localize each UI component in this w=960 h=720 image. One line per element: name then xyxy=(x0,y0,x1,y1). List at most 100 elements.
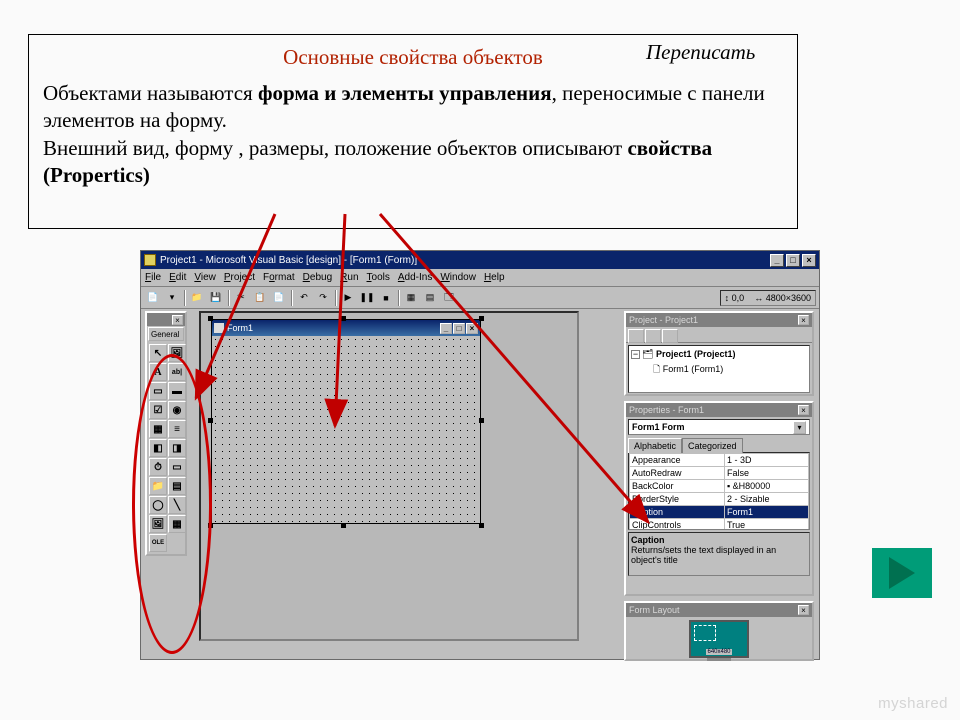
resize-handle[interactable] xyxy=(479,418,484,423)
form-minimize[interactable]: _ xyxy=(440,323,452,334)
tab-alphabetic[interactable]: Alphabetic xyxy=(628,438,682,453)
tool-hscroll[interactable]: ◧ xyxy=(149,439,167,457)
toolbar-btn[interactable]: ✂ xyxy=(232,289,250,307)
toolbar-btn[interactable]: 📄 xyxy=(144,289,162,307)
toolbar-btn[interactable]: ↶ xyxy=(295,289,313,307)
tool-option[interactable]: ◉ xyxy=(168,401,186,419)
layout-title[interactable]: Form Layout × xyxy=(626,603,812,617)
properties-grid[interactable]: Appearance1 - 3D AutoRedrawFalse BackCol… xyxy=(628,452,810,530)
form-layout-panel[interactable]: Form Layout × 640x480 xyxy=(624,601,814,661)
prop-row[interactable]: Appearance1 - 3D xyxy=(630,454,809,467)
minimize-button[interactable]: _ xyxy=(770,254,784,267)
menu-addins[interactable]: Add-Ins xyxy=(398,272,432,283)
toolbar-btn[interactable]: ■ xyxy=(377,289,395,307)
close-icon[interactable]: × xyxy=(798,405,809,415)
menu-file[interactable]: File xyxy=(145,272,161,283)
project-child[interactable]: Form1 (Form1) xyxy=(663,364,724,374)
close-icon[interactable]: × xyxy=(172,315,183,325)
tool-button[interactable]: ▬ xyxy=(168,382,186,400)
prop-row[interactable]: AutoRedrawFalse xyxy=(630,467,809,480)
resize-handle[interactable] xyxy=(208,523,213,528)
toolbox-title[interactable]: × xyxy=(147,313,185,326)
resize-handle[interactable] xyxy=(479,523,484,528)
resize-handle[interactable] xyxy=(208,418,213,423)
properties-title[interactable]: Properties - Form1 × xyxy=(626,403,812,417)
toolbox-panel[interactable]: × General ↖ 🖼 A ab| ▭ ▬ ☑ ◉ ▦ ≡ ◧ ◨ ⏱ ▭ … xyxy=(145,311,187,556)
toolbar-btn[interactable]: ▤ xyxy=(421,289,439,307)
tool-drive[interactable]: ▭ xyxy=(168,458,186,476)
tool-picturebox[interactable]: 🖼 xyxy=(168,344,186,362)
object-selector[interactable]: Form1 Form ▾ xyxy=(628,419,810,435)
view-object-button[interactable] xyxy=(645,329,661,343)
properties-panel[interactable]: Properties - Form1 × Form1 Form ▾ Alphab… xyxy=(624,401,814,596)
menu-run[interactable]: Run xyxy=(340,272,358,283)
menu-help[interactable]: Help xyxy=(484,272,505,283)
tab-categorized[interactable]: Categorized xyxy=(682,438,743,453)
menu-project[interactable]: Project xyxy=(224,272,255,283)
close-button[interactable]: × xyxy=(802,254,816,267)
explanation-text-3: Внешний вид, форму , размеры, положение … xyxy=(43,136,627,160)
menu-tools[interactable]: Tools xyxy=(367,272,390,283)
design-form[interactable]: Form1 _ □ × xyxy=(211,319,481,524)
toolbar-btn[interactable]: 💾 xyxy=(207,289,225,307)
tool-vscroll[interactable]: ◨ xyxy=(168,439,186,457)
resize-handle[interactable] xyxy=(479,316,484,321)
toolbar-btn[interactable]: 📄 xyxy=(270,289,288,307)
toolbox-tab-general[interactable]: General xyxy=(148,327,184,341)
layout-screen[interactable]: 640x480 xyxy=(689,620,749,658)
tool-combobox[interactable]: ▦ xyxy=(149,420,167,438)
maximize-button[interactable]: □ xyxy=(786,254,800,267)
form-titlebar[interactable]: Form1 _ □ × xyxy=(212,320,480,336)
ide-titlebar[interactable]: Project1 - Microsoft Visual Basic [desig… xyxy=(141,251,819,269)
tool-timer[interactable]: ⏱ xyxy=(149,458,167,476)
form-body[interactable] xyxy=(212,336,480,523)
prop-row[interactable]: ClipControlsTrue xyxy=(630,519,809,531)
project-tree[interactable]: −🗂 Project1 (Project1) 🗋 Form1 (Form1) xyxy=(628,345,810,393)
tool-data[interactable]: ▦ xyxy=(168,515,186,533)
tool-image[interactable]: 🖼 xyxy=(149,515,167,533)
tool-textbox[interactable]: ab| xyxy=(168,363,186,381)
menu-edit[interactable]: Edit xyxy=(169,272,186,283)
menu-debug[interactable]: Debug xyxy=(303,272,332,283)
resize-handle[interactable] xyxy=(208,316,213,321)
tool-listbox[interactable]: ≡ xyxy=(168,420,186,438)
toggle-folders-button[interactable] xyxy=(662,329,678,343)
tool-line[interactable]: ╲ xyxy=(168,496,186,514)
menu-window[interactable]: Window xyxy=(440,272,476,283)
project-title[interactable]: Project - Project1 × xyxy=(626,313,812,327)
form-designer[interactable]: Form1 _ □ × xyxy=(199,311,579,641)
tool-pointer[interactable]: ↖ xyxy=(149,344,167,362)
menu-format[interactable]: Format xyxy=(263,272,295,283)
tool-checkbox[interactable]: ☑ xyxy=(149,401,167,419)
tool-dirlist[interactable]: 📁 xyxy=(149,477,167,495)
tool-shape[interactable]: ◯ xyxy=(149,496,167,514)
toolbar-btn[interactable]: 🗔 xyxy=(440,289,458,307)
project-explorer-panel[interactable]: Project - Project1 × −🗂 Project1 (Projec… xyxy=(624,311,814,396)
toolbar-btn[interactable]: ▾ xyxy=(163,289,181,307)
close-icon[interactable]: × xyxy=(798,605,809,615)
tool-frame[interactable]: ▭ xyxy=(149,382,167,400)
resize-handle[interactable] xyxy=(341,523,346,528)
form-close[interactable]: × xyxy=(466,323,478,334)
toolbar-btn[interactable]: ▦ xyxy=(402,289,420,307)
prop-row-selected[interactable]: CaptionForm1 xyxy=(630,506,809,519)
tool-ole[interactable]: OLE xyxy=(149,534,167,552)
close-icon[interactable]: × xyxy=(798,315,809,325)
toolbar-btn[interactable]: ▶ xyxy=(339,289,357,307)
toolbar-btn[interactable]: ↷ xyxy=(314,289,332,307)
prop-row[interactable]: BorderStyle2 - Sizable xyxy=(630,493,809,506)
toolbar-btn[interactable]: 📁 xyxy=(188,289,206,307)
menu-view[interactable]: View xyxy=(194,272,216,283)
tool-filelist[interactable]: ▤ xyxy=(168,477,186,495)
resize-handle[interactable] xyxy=(341,316,346,321)
next-button[interactable] xyxy=(872,548,932,598)
toolbar-btn[interactable]: ❚❚ xyxy=(358,289,376,307)
form-maximize[interactable]: □ xyxy=(453,323,465,334)
tool-label[interactable]: A xyxy=(149,363,167,381)
layout-form-mini[interactable] xyxy=(694,625,716,641)
chevron-down-icon[interactable]: ▾ xyxy=(793,421,806,434)
prop-row[interactable]: BackColor▪ &H80000 xyxy=(630,480,809,493)
view-code-button[interactable] xyxy=(628,329,644,343)
project-root[interactable]: Project1 (Project1) xyxy=(656,349,736,359)
toolbar-btn[interactable]: 📋 xyxy=(251,289,269,307)
